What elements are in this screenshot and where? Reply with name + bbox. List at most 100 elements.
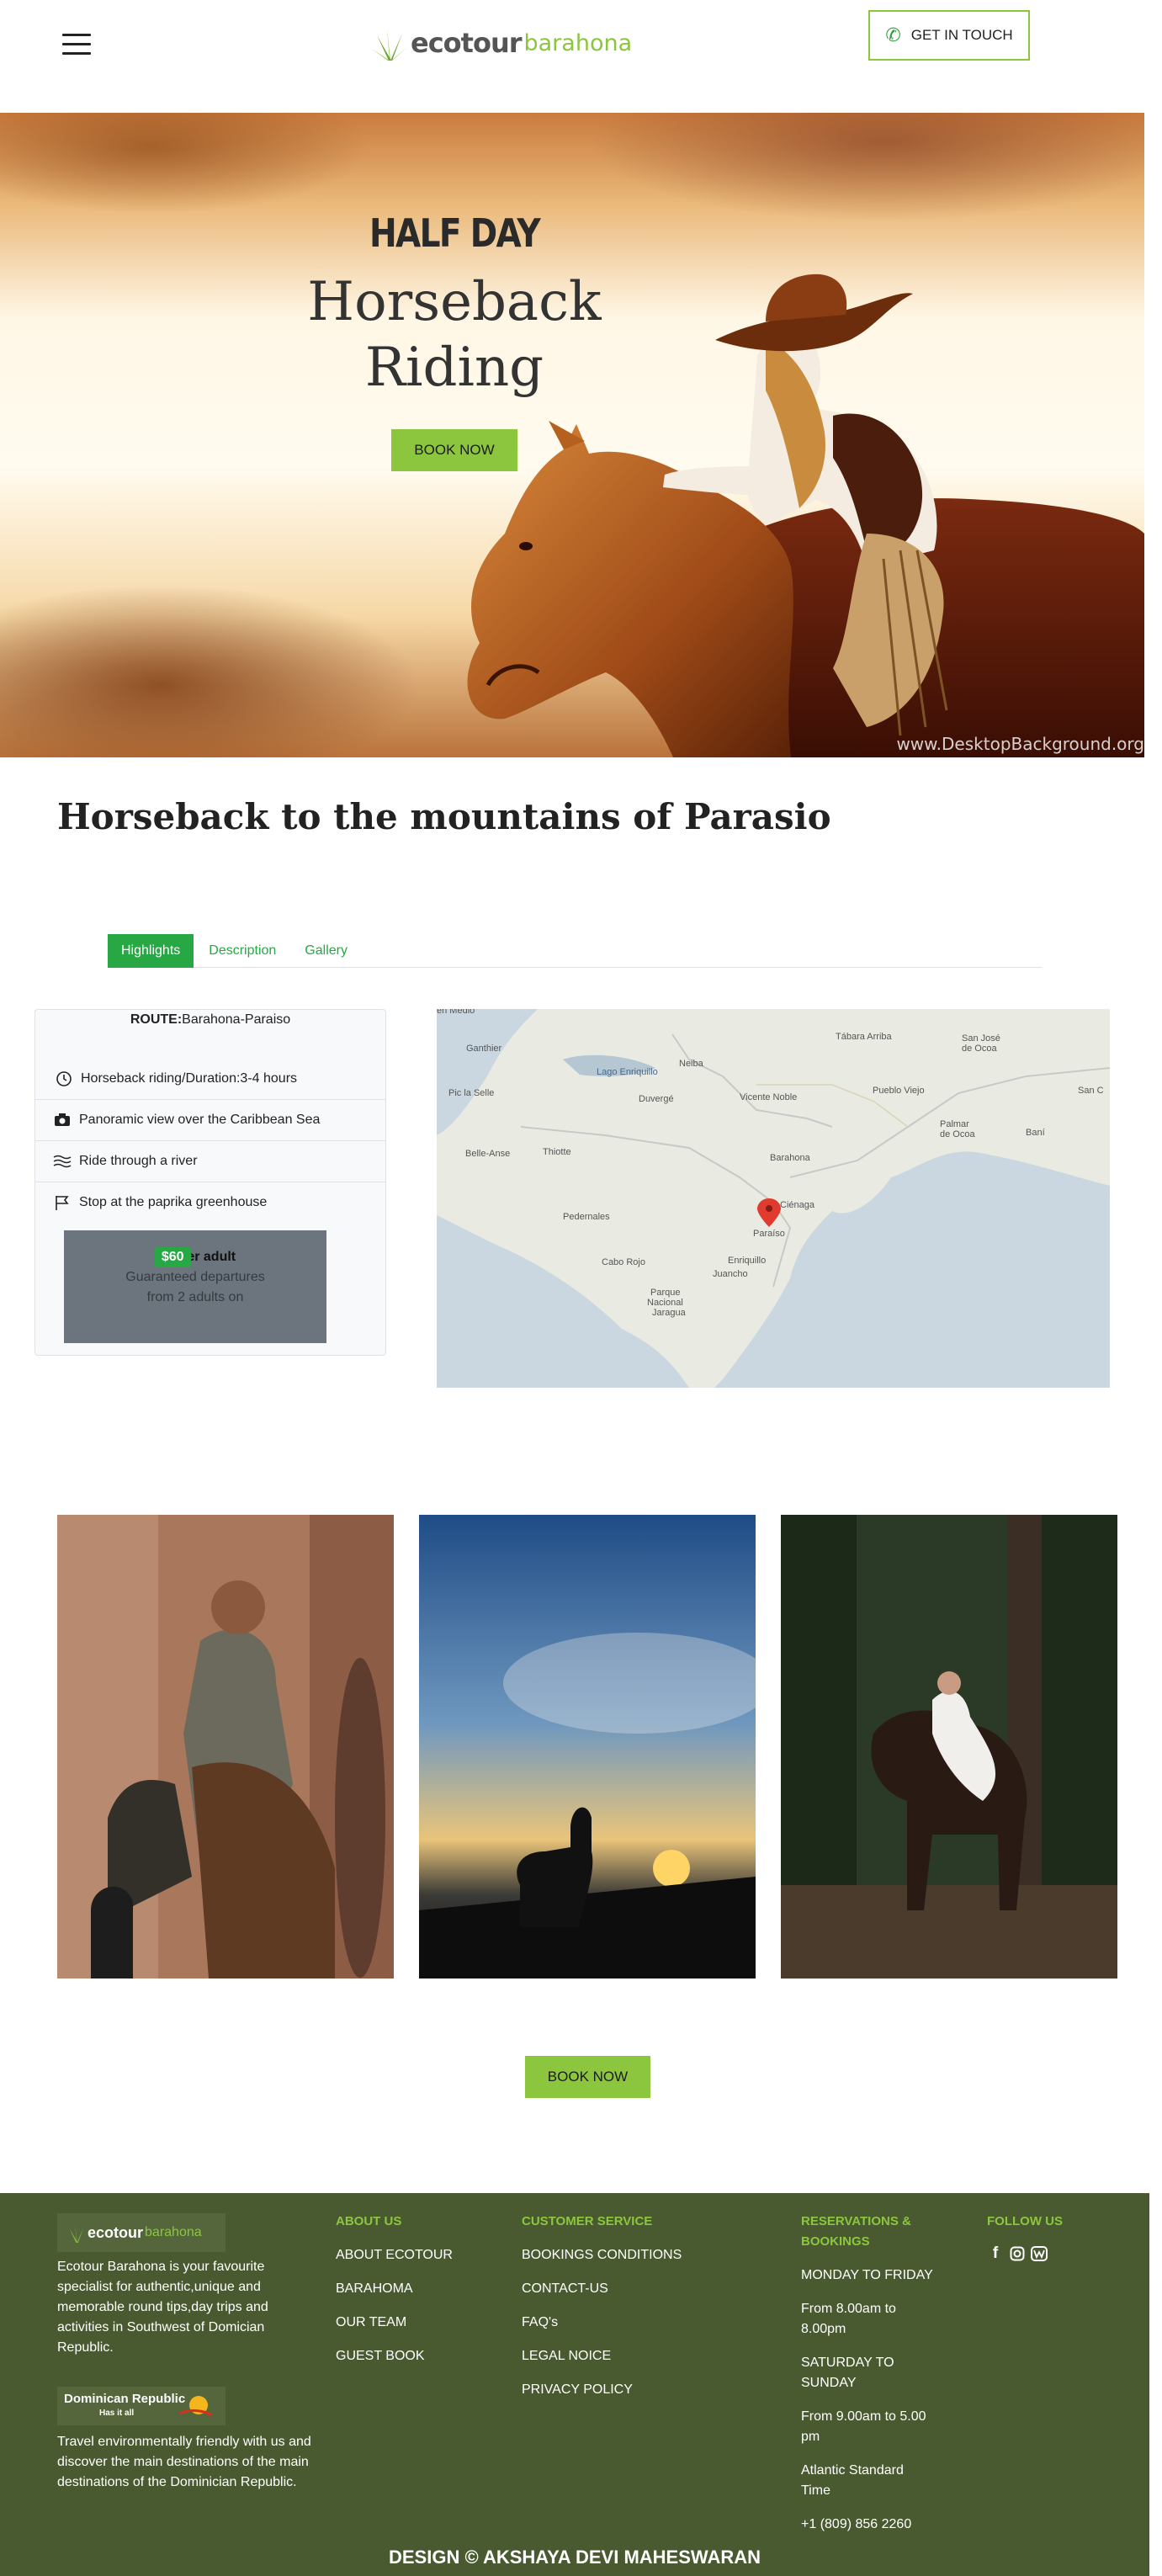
footer-link-faqs[interactable]: FAQ's [522, 2313, 682, 2333]
footer-link-our-team[interactable]: OUR TEAM [336, 2313, 453, 2333]
svg-text:Duvergé: Duvergé [639, 1094, 674, 1104]
svg-text:Juancho: Juancho [713, 1269, 748, 1279]
hero-title-line1: Horseback [307, 271, 602, 333]
footer-link-guest-book[interactable]: GUEST BOOK [336, 2346, 453, 2366]
svg-text:Parque: Parque [650, 1288, 680, 1298]
svg-text:Pic la Selle: Pic la Selle [448, 1088, 494, 1098]
hamburger-menu-icon[interactable] [62, 34, 91, 61]
footer-link-bookings-conditions[interactable]: BOOKINGS CONDITIONS [522, 2245, 682, 2265]
hero-text-block: HALF DAY Horseback Riding BOOK NOW [269, 210, 639, 471]
price-line: $60per adult [64, 1247, 326, 1267]
flag-icon [52, 1193, 72, 1212]
footer-link-legal-notice[interactable]: LEGAL NOICE [522, 2346, 682, 2366]
highlight-text: Horseback riding/Duration:3-4 hours [81, 1071, 298, 1086]
route-map[interactable]: en Medio Ganthier Pic la Selle Belle-Ans… [437, 1009, 1110, 1388]
tour-tabs: Highlights Description Gallery [108, 934, 1042, 968]
sun-logo-icon [179, 2396, 213, 2417]
svg-text:San C: San C [1078, 1086, 1104, 1096]
tab-highlights[interactable]: Highlights [108, 934, 194, 968]
tab-description[interactable]: Description [195, 934, 289, 968]
svg-text:Paraíso: Paraíso [753, 1229, 785, 1239]
logo-text-barahona: barahona [523, 29, 633, 56]
footer-follow-heading: FOLLOW US [987, 2214, 1063, 2228]
logo-text-ecotour: ecotour [411, 27, 522, 59]
badge-subtitle: Has it all [99, 2409, 135, 2418]
badge-title: Dominican Republic [64, 2392, 186, 2406]
page-title: Horseback to the mountains of Parasio [57, 796, 831, 837]
tab-gallery[interactable]: Gallery [291, 934, 361, 968]
footer-reservations-heading-line1: RESERVATIONS & [801, 2214, 911, 2228]
footer-phone[interactable]: +1 (809) 856 2260 [801, 2515, 936, 2535]
hero-kicker: HALF DAY [369, 210, 541, 256]
gallery-image-sunset-silhouette[interactable] [419, 1515, 756, 1978]
highlight-item: Stop at the paprika greenhouse [35, 1182, 385, 1223]
footer-logo-ecotour: ecotour [88, 2223, 144, 2241]
social-links: f [987, 2244, 1063, 2262]
footer-travel-text: Travel environmentally friendly with us … [57, 2435, 311, 2489]
hero-title: Horseback Riding [269, 269, 639, 401]
svg-text:Thiotte: Thiotte [543, 1147, 571, 1157]
image-watermark: www.DesktopBackground.org [896, 734, 1144, 754]
svg-text:en Medio: en Medio [437, 1009, 475, 1016]
get-in-touch-button[interactable]: ✆ GET IN TOUCH [868, 10, 1030, 61]
gallery-book-now-button[interactable]: BOOK NOW [525, 2056, 650, 2098]
get-in-touch-label: GET IN TOUCH [910, 27, 1013, 43]
svg-text:Ciénaga: Ciénaga [780, 1200, 815, 1210]
dominican-republic-badge: Dominican Republic Has it all [57, 2387, 226, 2425]
website-icon[interactable] [1031, 2245, 1048, 2262]
footer-link-barahoma[interactable]: BARAHOMA [336, 2279, 453, 2299]
highlight-text: Stop at the paprika greenhouse [79, 1195, 268, 1209]
site-logo[interactable]: ecotour barahona [370, 20, 632, 66]
phone-icon: ✆ [885, 24, 901, 45]
svg-text:Baní: Baní [1026, 1128, 1045, 1138]
highlight-item: Panoramic view over the Caribbean Sea [35, 1099, 385, 1140]
facebook-icon[interactable]: f [987, 2244, 1004, 2262]
gallery-image-forest-rider[interactable] [781, 1515, 1117, 1978]
grass-logo-icon [372, 29, 407, 61]
highlight-item: Ride through a river [35, 1140, 385, 1182]
footer-timezone: Atlantic Standard Time [801, 2463, 904, 2498]
gallery-image-rider-street[interactable] [57, 1515, 394, 1978]
svg-text:de Ocoa: de Ocoa [962, 1044, 997, 1054]
footer-logo-barahona: barahona [145, 2225, 202, 2239]
route-label: ROUTE: [130, 1012, 183, 1027]
svg-text:Nacional: Nacional [647, 1298, 683, 1308]
water-icon [52, 1152, 72, 1171]
route-line: ROUTE:Barahona-Paraiso [35, 1010, 385, 1059]
footer-reservations-heading-line2: BOOKINGS [801, 2234, 870, 2249]
footer-service-heading: CUSTOMER SERVICE [522, 2214, 653, 2228]
copyright-text: DESIGN © AKSHAYA DEVI MAHESWARAN [388, 2547, 761, 2568]
footer-link-contact-us[interactable]: CONTACT-US [522, 2279, 682, 2299]
highlight-text: Ride through a river [79, 1154, 198, 1168]
svg-text:de Ocoa: de Ocoa [940, 1129, 975, 1139]
svg-text:Palmar: Palmar [940, 1119, 969, 1129]
hero-book-now-button[interactable]: BOOK NOW [391, 429, 517, 471]
footer-about-text: Ecotour Barahona is your favourite speci… [57, 2260, 268, 2355]
svg-text:Tábara Arriba: Tábara Arriba [836, 1032, 893, 1042]
price-box: $60per adult Guaranteed departures from … [64, 1230, 326, 1343]
svg-text:Cabo Rojo: Cabo Rojo [602, 1257, 645, 1267]
footer-service-column: CUSTOMER SERVICE BOOKINGS CONDITIONS CON… [522, 2212, 682, 2400]
highlight-text: Panoramic view over the Caribbean Sea [79, 1113, 321, 1127]
footer-link-about-ecotour[interactable]: ABOUT ECOTOUR [336, 2245, 453, 2265]
footer-about-heading: ABOUT US [336, 2214, 402, 2228]
hero-title-line2: Riding [364, 337, 544, 399]
svg-text:Lago Enriquillo: Lago Enriquillo [597, 1067, 658, 1077]
svg-text:Barahona: Barahona [770, 1153, 811, 1163]
footer-hours-line: From 9.00am to 5.00 pm [801, 2409, 926, 2444]
svg-text:San José: San José [962, 1033, 1000, 1044]
instagram-icon[interactable] [1009, 2245, 1026, 2262]
svg-text:Pedernales: Pedernales [563, 1212, 610, 1222]
footer-hours-line: SATURDAY TO SUNDAY [801, 2356, 894, 2390]
footer-follow-column: FOLLOW US f [987, 2212, 1063, 2262]
svg-text:Ganthier: Ganthier [466, 1044, 502, 1054]
footer-logo[interactable]: ecotour barahona [57, 2213, 226, 2252]
svg-text:Jaragua: Jaragua [652, 1308, 687, 1318]
svg-text:Neiba: Neiba [679, 1059, 704, 1069]
camera-icon [52, 1111, 72, 1129]
footer-about-column: ABOUT US ABOUT ECOTOUR BARAHOMA OUR TEAM… [336, 2212, 453, 2366]
grass-logo-icon [69, 2224, 84, 2243]
price-note: Guaranteed departures [125, 1270, 265, 1284]
footer-link-privacy-policy[interactable]: PRIVACY POLICY [522, 2380, 682, 2400]
svg-text:Pueblo Viejo: Pueblo Viejo [873, 1086, 925, 1096]
